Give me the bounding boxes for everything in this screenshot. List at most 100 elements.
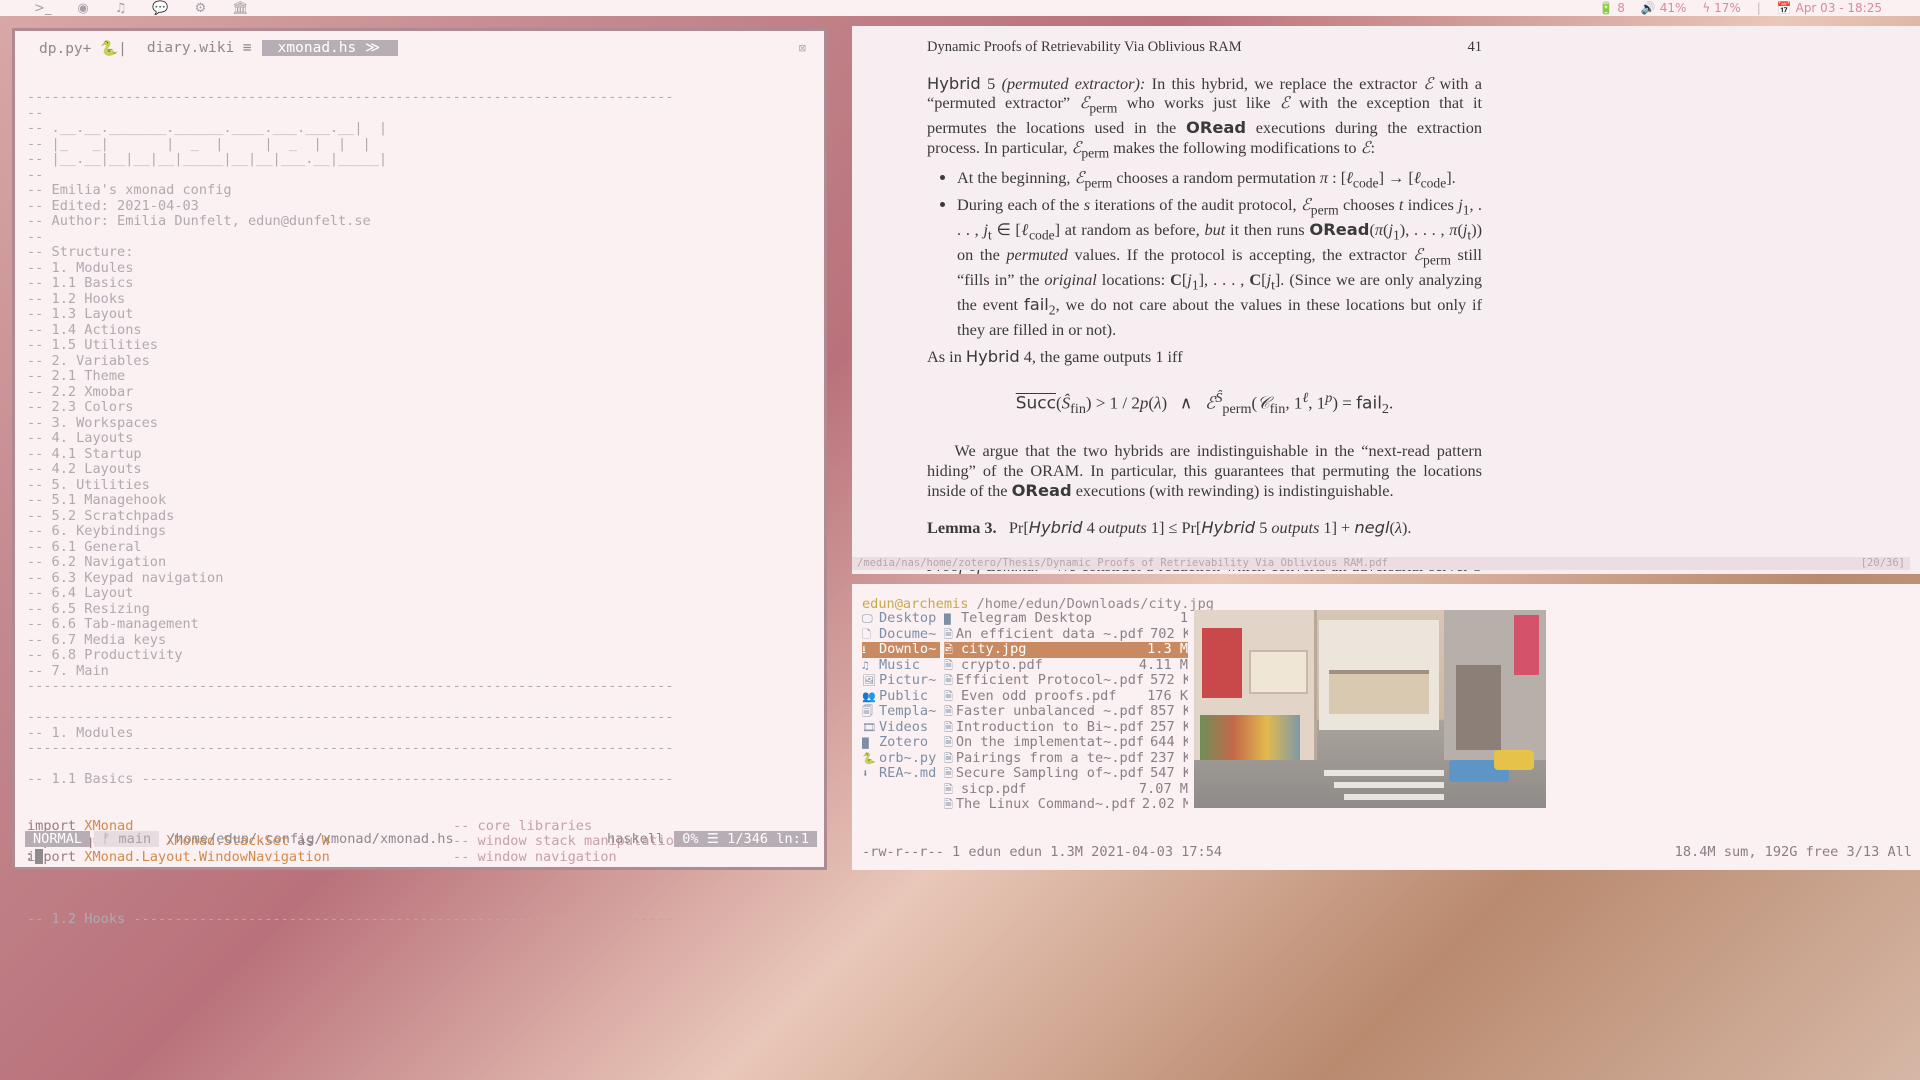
clock-label: Apr 03 - 18:25 <box>1795 1 1882 15</box>
code-line: -- Edited: 2021-04-03 <box>27 197 199 214</box>
volume-indicator[interactable]: 🔊 41% <box>1641 1 1686 15</box>
bookmark-label: Downlo~ <box>879 642 937 657</box>
bookmark-label: Pictur~ <box>879 673 937 688</box>
file-size: 7.07 M <box>1138 781 1188 797</box>
bank-icon[interactable]: 🏛 <box>232 1 249 16</box>
file-name: crypto.pdf <box>961 657 1043 673</box>
pdf-icon: 🗎 <box>944 658 953 672</box>
code-line: -- <box>27 228 44 245</box>
file-row[interactable]: 🗎 Efficient Protocol~.pdf 572 K <box>944 673 1188 689</box>
code-line: -- 2.2 Xmobar <box>27 383 134 400</box>
import-mod: XMonad.Layout.WindowNavigation <box>84 848 330 865</box>
pdf-path: /media/nas/home/zotero/Thesis/Dynamic Pr… <box>857 557 1389 569</box>
tab-diary-wiki[interactable]: diary.wiki ≡ <box>137 40 262 56</box>
code-buffer[interactable]: ----------------------------------------… <box>27 59 817 958</box>
markdown-icon: ⬇ <box>862 767 869 780</box>
pdf-viewer[interactable]: Dynamic Proofs of Retrievability Via Obl… <box>852 26 1920 574</box>
clock[interactable]: 📅 Apr 03 - 18:25 <box>1777 1 1882 15</box>
file-name: sicp.pdf <box>961 781 1027 797</box>
tab-xmonad-hs[interactable]: xmonad.hs ≫ <box>261 40 399 56</box>
music-icon[interactable]: ♫ <box>115 1 127 16</box>
page-header: Dynamic Proofs of Retrievability Via Obl… <box>927 38 1482 58</box>
bookmark-item[interactable]: 🗐 Templa~ <box>862 704 940 720</box>
chat-icon[interactable]: 💬 <box>152 1 168 16</box>
running-title: Dynamic Proofs of Retrievability Via Obl… <box>927 39 1242 55</box>
bookmark-item[interactable]: ♫ Music <box>862 658 940 674</box>
volume-label: 41% <box>1659 1 1687 15</box>
tray-divider: | <box>1756 1 1761 15</box>
paragraph: We argue that the two hybrids are indist… <box>927 441 1482 500</box>
code-line: -- 4.2 Layouts <box>27 461 142 477</box>
filetype: haskell <box>606 831 665 847</box>
bookmark-item[interactable]: 🐍 orb~.py <box>862 751 940 767</box>
files-column: ▇ Telegram Desktop 1 🗎 An efficient data ~.p… <box>944 611 1188 813</box>
pdf-icon: 🗎 <box>944 798 953 811</box>
close-icon[interactable]: ⊠ <box>799 41 806 55</box>
file-row[interactable]: 🗎 Secure Sampling of~.pdf 547 K <box>944 766 1188 782</box>
file-row[interactable]: 🗎 sicp.pdf 7.07 M <box>944 782 1188 798</box>
bookmark-item[interactable]: 🖼 Pictur~ <box>862 673 940 689</box>
file-size: 702 K <box>1150 626 1188 642</box>
system-tray: 🔋 8 🔊 41% ϟ 17% | 📅 Apr 03 - 18:25 <box>1598 1 1920 15</box>
code-line: -- 6.7 Media keys <box>27 631 167 648</box>
file-row[interactable]: 🗎 Even odd proofs.pdf 176 K <box>944 689 1188 705</box>
bookmark-item[interactable]: 🗋 Docume~ <box>862 627 940 643</box>
file-size: 2.02 M <box>1141 797 1188 812</box>
pdf-icon: 🗎 <box>944 736 953 749</box>
bullet-list: At the beginning, ℰperm chooses a random… <box>957 168 1482 339</box>
brightness-indicator[interactable]: ϟ 17% <box>1702 1 1740 15</box>
bookmark-item[interactable]: ▇ Zotero <box>862 735 940 751</box>
user-host: edun@archemis <box>862 596 969 612</box>
pictures-icon: 🖼 <box>862 674 876 687</box>
file-row[interactable]: 🗎 crypto.pdf 4.11 M <box>944 658 1188 674</box>
code-lines: ----------------------------------------… <box>27 89 817 788</box>
code-line: -- <box>27 166 44 183</box>
volume-icon: 🔊 <box>1640 1 1656 15</box>
file-name: Pairings from a te~.pdf <box>955 750 1145 766</box>
code-line: -- 6.6 Tab-management <box>27 616 199 632</box>
settings-icon[interactable]: ⚙ <box>195 1 207 16</box>
bookmark-item[interactable]: 👥 Public <box>862 689 940 705</box>
documents-icon: 🗋 <box>862 627 871 641</box>
bookmark-item[interactable]: 🖵 Desktop <box>862 611 940 627</box>
vim-editor-window[interactable]: dp.py+ 🐍| diary.wiki ≡ xmonad.hs ≫ ⊠ ---… <box>12 28 827 926</box>
file-row[interactable]: ▇ Telegram Desktop 1 <box>944 611 1188 627</box>
bookmark-item[interactable]: 🎞 Videos <box>862 720 940 736</box>
command-line[interactable]: : <box>25 848 44 864</box>
file-row[interactable]: 🗎 The Linux Command~.pdf 2.02 M <box>944 797 1188 813</box>
file-size: 572 K <box>1150 673 1188 688</box>
videos-icon: 🎞 <box>862 720 876 734</box>
pdf-icon: 🗎 <box>944 705 953 718</box>
file-name: Secure Sampling of~.pdf <box>955 766 1145 781</box>
file-manager-window[interactable]: edun@archemis /home/edun/Downloads/city.… <box>852 584 1920 870</box>
file-row[interactable]: 🗎 Pairings from a te~.pdf 237 K <box>944 751 1188 767</box>
bookmark-item[interactable]: ⬇ REA~.md <box>862 766 940 782</box>
top-status-bar: >_ ◉ ♫ 💬 ⚙ 🏛 🔋 8 🔊 41% ϟ 17% | 📅 Apr 03 … <box>0 0 1920 16</box>
pdf-icon: 🗎 <box>944 751 953 765</box>
image-preview <box>1194 610 1546 808</box>
code-line: -- 4. Layouts <box>27 430 134 446</box>
tab-dp-py[interactable]: dp.py+ 🐍| <box>29 40 137 57</box>
code-line: -- 1.4 Actions <box>27 321 142 338</box>
file-size: 547 K <box>1150 766 1188 781</box>
git-branch: ᚠ main <box>94 831 160 847</box>
lemma: Lemma 3. Pr[Hybrid 4 outputs 1] ≤ Pr[Hyb… <box>927 518 1412 538</box>
firefox-icon[interactable]: ◉ <box>77 1 88 16</box>
file-row[interactable]: 🗎 On the implementat~.pdf 644 K <box>944 735 1188 751</box>
file-row[interactable]: 🖻 city.jpg 1.3 M <box>944 642 1188 658</box>
disk-summary: 18.4M sum, 192G free 3/13 All <box>1674 844 1912 860</box>
city-illustration <box>1194 610 1546 808</box>
terminal-icon[interactable]: >_ <box>34 1 51 16</box>
pdf-icon: 🗎 <box>944 689 953 703</box>
bookmark-label: REA~.md <box>879 766 937 781</box>
code-line: -- 1. Modules <box>27 724 134 741</box>
file-row[interactable]: 🗎 Introduction to Bi~.pdf 257 K <box>944 720 1188 736</box>
code-line: -- 2.3 Colors <box>27 399 134 415</box>
file-row[interactable]: 🗎 An efficient data ~.pdf 702 K <box>944 627 1188 643</box>
cursor-position: 0% ☰ 1/346 ln:1 <box>674 831 817 847</box>
calendar-icon: 📅 <box>1776 1 1792 15</box>
bookmark-item[interactable]: ⭳ Downlo~ <box>862 642 940 658</box>
code-line: ----------------------------------------… <box>27 709 674 725</box>
file-row[interactable]: 🗎 Faster unbalanced ~.pdf 857 K <box>944 704 1188 720</box>
